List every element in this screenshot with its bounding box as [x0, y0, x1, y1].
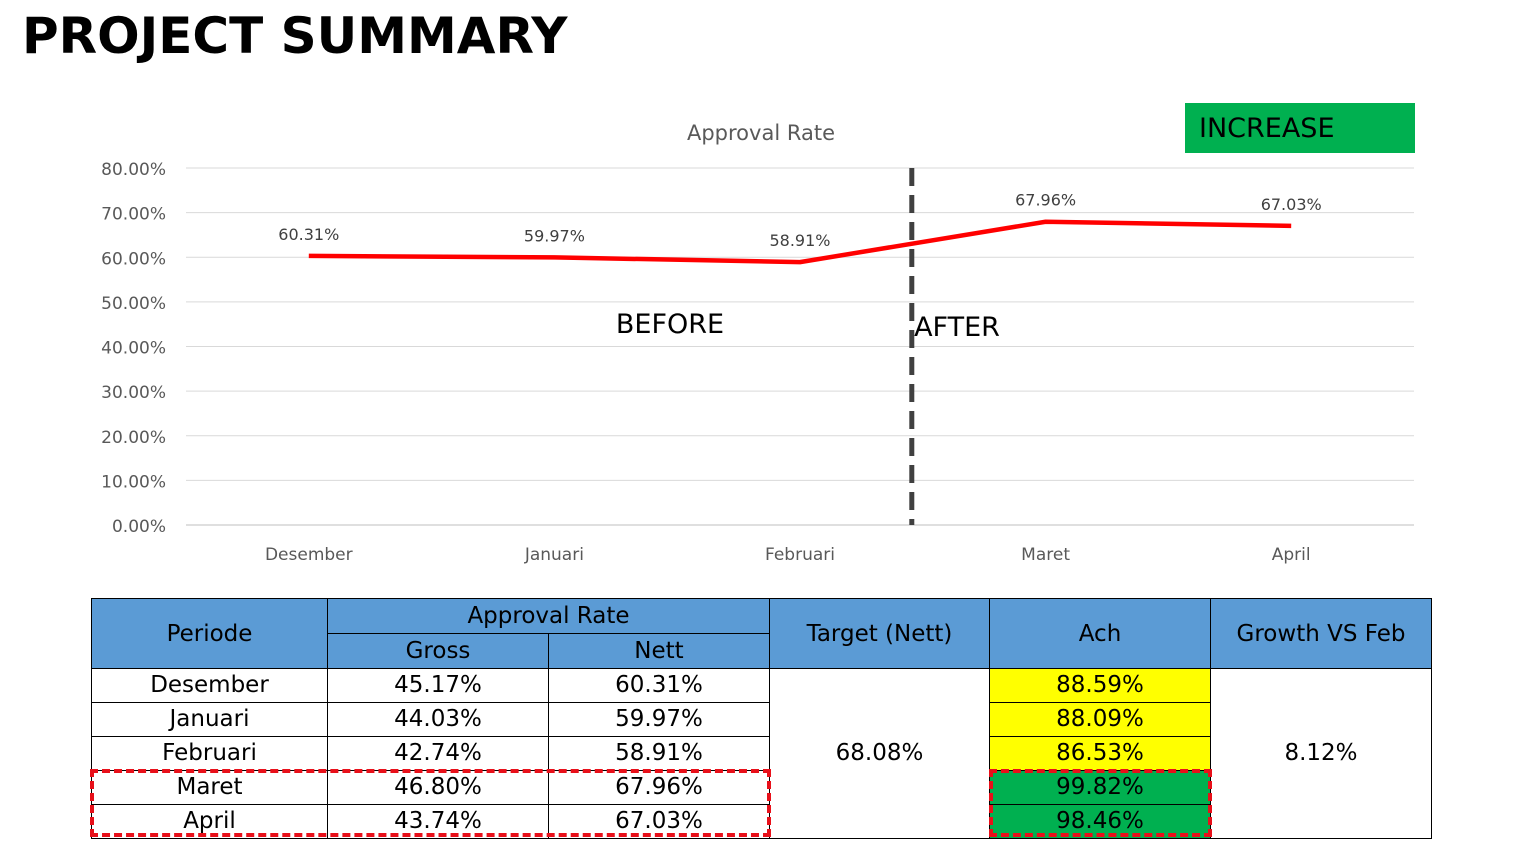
cell-gross: 44.03%	[327, 702, 549, 737]
y-tick-label: 70.00%	[101, 205, 166, 225]
cell-periode: Januari	[91, 702, 328, 737]
x-tick-label: Januari	[524, 545, 584, 565]
y-tick-label: 30.00%	[101, 383, 166, 403]
y-tick-label: 20.00%	[101, 428, 166, 448]
cell-periode: April	[91, 804, 328, 839]
data-label: 60.31%	[278, 225, 339, 244]
y-tick-label: 80.00%	[101, 160, 166, 180]
header-ach: Ach	[989, 598, 1211, 669]
cell-nett: 67.96%	[548, 770, 770, 805]
cell-periode: Februari	[91, 736, 328, 771]
before-label: BEFORE	[616, 309, 724, 340]
header-gross: Gross	[327, 633, 549, 669]
approval-rate-chart: Approval Rate 0.00% 10.00% 20.00% 30.00% 40.…	[101, 121, 1414, 565]
data-label: 59.97%	[524, 226, 585, 245]
header-target: Target (Nett)	[769, 598, 990, 669]
cell-nett: 58.91%	[548, 736, 770, 771]
cell-growth: 8.12%	[1210, 668, 1432, 839]
data-labels: 60.31% 59.97% 58.91% 67.96% 67.03%	[278, 191, 1321, 250]
table-row: Desember 45.17% 60.31% 68.08% 88.59% 8.1…	[91, 668, 1432, 839]
x-tick-label: Maret	[1021, 545, 1070, 565]
cell-ach: 88.09%	[989, 702, 1211, 737]
cell-ach: 88.59%	[989, 668, 1211, 703]
cell-gross: 42.74%	[327, 736, 549, 771]
data-label: 67.03%	[1261, 195, 1322, 214]
y-tick-label: 10.00%	[101, 472, 166, 492]
data-label: 58.91%	[769, 231, 830, 250]
cell-nett: 60.31%	[548, 668, 770, 703]
header-approval-rate: Approval Rate	[327, 598, 770, 634]
cell-target: 68.08%	[769, 668, 990, 839]
cell-ach: 86.53%	[989, 736, 1211, 771]
x-tick-label: Februari	[765, 545, 835, 565]
header-growth: Growth VS Feb	[1210, 598, 1432, 669]
y-tick-label: 60.00%	[101, 249, 166, 269]
y-tick-label: 40.00%	[101, 339, 166, 359]
chart-gridlines	[186, 167, 1414, 526]
x-tick-label: April	[1272, 545, 1311, 565]
cell-periode: Desember	[91, 668, 328, 703]
x-tick-label: Desember	[265, 545, 353, 565]
after-label: AFTER	[914, 312, 1000, 343]
cell-nett: 67.03%	[548, 804, 770, 839]
cell-ach: 99.82%	[989, 770, 1211, 805]
cell-gross: 43.74%	[327, 804, 549, 839]
x-axis-ticks: Desember Januari Februari Maret April	[265, 545, 1311, 565]
chart-title: Approval Rate	[687, 121, 835, 145]
y-tick-label: 50.00%	[101, 294, 166, 314]
y-tick-label: 0.00%	[112, 517, 166, 537]
data-label: 67.96%	[1015, 191, 1076, 210]
cell-ach: 98.46%	[989, 804, 1211, 839]
header-periode: Periode	[91, 598, 328, 669]
cell-periode: Maret	[91, 770, 328, 805]
header-nett: Nett	[548, 633, 770, 669]
cell-gross: 45.17%	[327, 668, 549, 703]
cell-gross: 46.80%	[327, 770, 549, 805]
cell-nett: 59.97%	[548, 702, 770, 737]
y-axis-ticks: 0.00% 10.00% 20.00% 30.00% 40.00% 50.00% 60.00…	[101, 160, 166, 537]
summary-table: Periode Approval Rate Target (Nett) Ach …	[91, 598, 1432, 839]
